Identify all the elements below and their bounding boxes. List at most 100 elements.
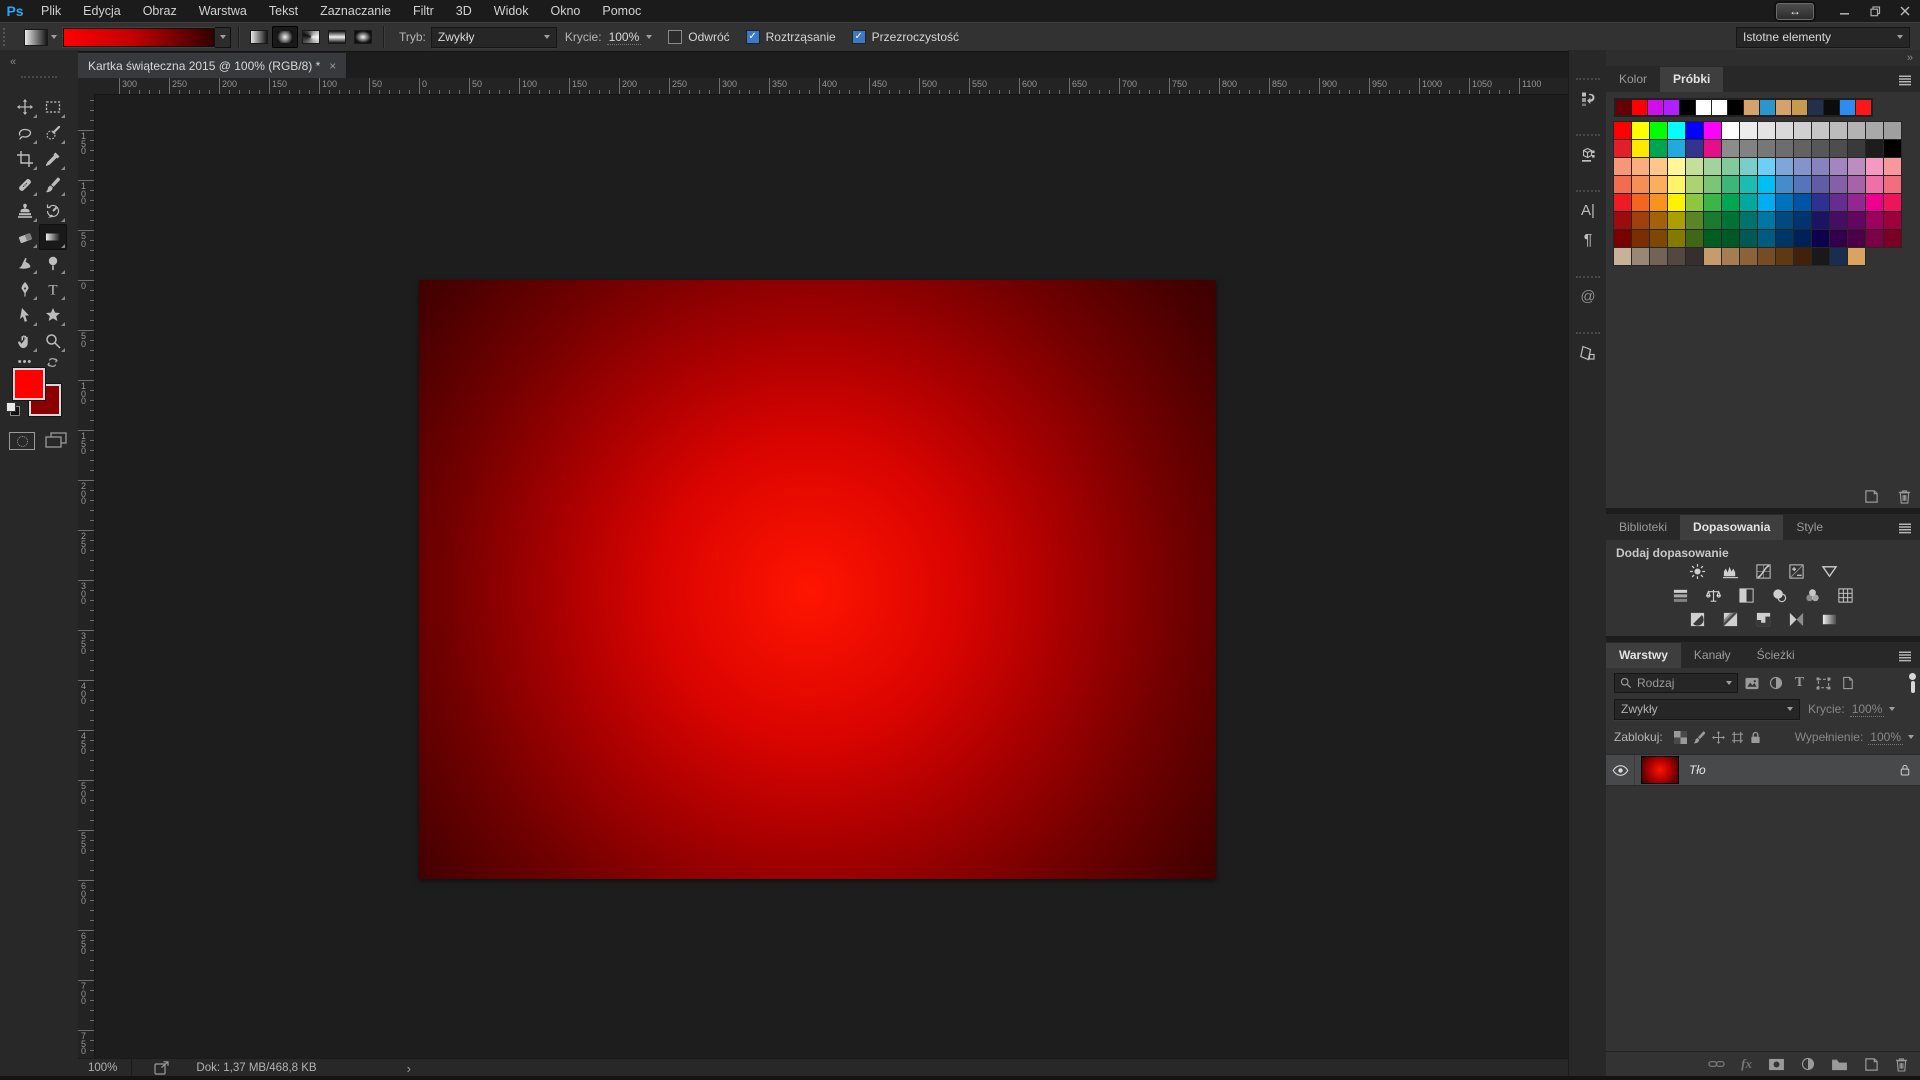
swatch[interactable] — [1668, 140, 1685, 157]
swatch[interactable] — [1686, 158, 1703, 175]
swatch[interactable] — [1686, 230, 1703, 247]
swatch[interactable] — [1740, 194, 1757, 211]
diamond-gradient-button[interactable] — [350, 26, 376, 48]
swatch[interactable] — [1722, 140, 1739, 157]
tool-preset-picker[interactable] — [24, 29, 57, 46]
swatch[interactable] — [1632, 176, 1649, 193]
swatch[interactable] — [1740, 158, 1757, 175]
menu-item-edycja[interactable]: Edycja — [72, 0, 132, 22]
recent-swatch[interactable] — [1664, 100, 1679, 115]
minimize-button[interactable] — [1830, 0, 1860, 22]
menu-item-3d[interactable]: 3D — [445, 0, 483, 22]
tool-stamp[interactable] — [11, 198, 39, 224]
canvas[interactable] — [419, 280, 1216, 879]
swatch[interactable] — [1830, 248, 1847, 265]
swatch[interactable] — [1758, 140, 1775, 157]
swatch[interactable] — [1884, 140, 1901, 157]
swatch[interactable] — [1758, 122, 1775, 139]
adjustment-gradient-map-icon[interactable] — [1786, 610, 1806, 628]
tool-type[interactable]: T — [39, 276, 67, 302]
swatch[interactable] — [1722, 194, 1739, 211]
tool-pen[interactable] — [11, 276, 39, 302]
swatch[interactable] — [1866, 140, 1883, 157]
swatch[interactable] — [1650, 122, 1667, 139]
gradient-picker-button[interactable] — [215, 27, 231, 48]
swatch[interactable] — [1812, 158, 1829, 175]
swatch[interactable] — [1830, 122, 1847, 139]
lock-transparent-icon[interactable] — [1674, 731, 1687, 744]
strip-grip[interactable] — [1576, 332, 1600, 334]
swatch[interactable] — [1884, 230, 1901, 247]
adjustment-invert-icon[interactable] — [1687, 610, 1707, 628]
tab-kanaly[interactable]: Kanały — [1681, 643, 1744, 668]
layer-mask-button[interactable] — [1768, 1058, 1785, 1071]
adjustment-hue-saturation-icon[interactable] — [1671, 586, 1691, 604]
swatch[interactable] — [1632, 230, 1649, 247]
swatch[interactable] — [1632, 212, 1649, 229]
recent-swatch[interactable] — [1840, 100, 1855, 115]
fill-select[interactable]: 100% — [1868, 730, 1914, 745]
libraries-panel-icon[interactable]: @ — [1569, 288, 1607, 306]
swatch[interactable] — [1866, 230, 1883, 247]
swatch[interactable] — [1812, 140, 1829, 157]
swatch[interactable] — [1614, 248, 1631, 265]
swatch[interactable] — [1686, 194, 1703, 211]
tool-history-brush[interactable] — [39, 198, 67, 224]
tool-shape[interactable] — [39, 302, 67, 328]
layer-row[interactable]: Tło — [1606, 754, 1920, 786]
swatch[interactable] — [1650, 158, 1667, 175]
status-chevron-icon[interactable]: › — [407, 1061, 411, 1076]
swatch[interactable] — [1668, 230, 1685, 247]
adjustment-curves-icon[interactable] — [1753, 562, 1773, 580]
panel-menu-icon[interactable] — [1898, 651, 1912, 662]
adjustment-threshold-icon[interactable] — [1753, 610, 1773, 628]
menu-item-warstwa[interactable]: Warstwa — [188, 0, 258, 22]
swatch[interactable] — [1776, 122, 1793, 139]
swatch[interactable] — [1614, 212, 1631, 229]
tool-path-select[interactable] — [11, 302, 39, 328]
shape-filter-icon[interactable] — [1813, 675, 1834, 692]
tool-gradient[interactable] — [39, 224, 67, 250]
tab-sciezki[interactable]: Ścieżki — [1744, 643, 1808, 668]
tab-biblioteki[interactable]: Biblioteki — [1606, 515, 1680, 540]
tools-grip[interactable] — [21, 76, 57, 78]
swatch[interactable] — [1812, 230, 1829, 247]
new-adjustment-button[interactable] — [1801, 1057, 1815, 1071]
swatch[interactable] — [1740, 248, 1757, 265]
swatch[interactable] — [1632, 194, 1649, 211]
swatch[interactable] — [1794, 230, 1811, 247]
recent-swatch[interactable] — [1776, 100, 1791, 115]
swatch[interactable] — [1722, 176, 1739, 193]
swatch[interactable] — [1704, 176, 1721, 193]
collapse-tools-icon[interactable]: « — [10, 56, 15, 68]
new-swatch-button[interactable] — [1864, 489, 1879, 504]
properties-panel-icon[interactable] — [1569, 344, 1607, 362]
swatch[interactable] — [1650, 212, 1667, 229]
swatch[interactable] — [1704, 194, 1721, 211]
strip-grip[interactable] — [1576, 190, 1600, 192]
swatch[interactable] — [1704, 248, 1721, 265]
swatch[interactable] — [1776, 230, 1793, 247]
swatch[interactable] — [1650, 230, 1667, 247]
swatch[interactable] — [1848, 248, 1865, 265]
tool-smudge[interactable] — [11, 250, 39, 276]
dither-checkbox[interactable]: ✓ — [746, 30, 760, 44]
tool-hand[interactable] — [11, 328, 39, 354]
gradient-preview[interactable] — [63, 28, 215, 47]
recent-swatch[interactable] — [1616, 100, 1631, 115]
swatch[interactable] — [1866, 122, 1883, 139]
swatch[interactable] — [1722, 212, 1739, 229]
swatch[interactable] — [1650, 194, 1667, 211]
swatch[interactable] — [1668, 194, 1685, 211]
swatch[interactable] — [1884, 176, 1901, 193]
menu-item-widok[interactable]: Widok — [483, 0, 540, 22]
smart-filter-icon[interactable] — [1837, 675, 1858, 692]
swatch[interactable] — [1866, 158, 1883, 175]
linear-gradient-button[interactable] — [246, 26, 272, 48]
swatch[interactable] — [1740, 212, 1757, 229]
adjustment-color-lookup-icon[interactable] — [1836, 586, 1856, 604]
horizontal-ruler[interactable]: 3002502001501005005010015020025030035040… — [94, 78, 1568, 95]
layer-name[interactable]: Tło — [1689, 763, 1706, 777]
swatch[interactable] — [1848, 212, 1865, 229]
swatch[interactable] — [1848, 122, 1865, 139]
